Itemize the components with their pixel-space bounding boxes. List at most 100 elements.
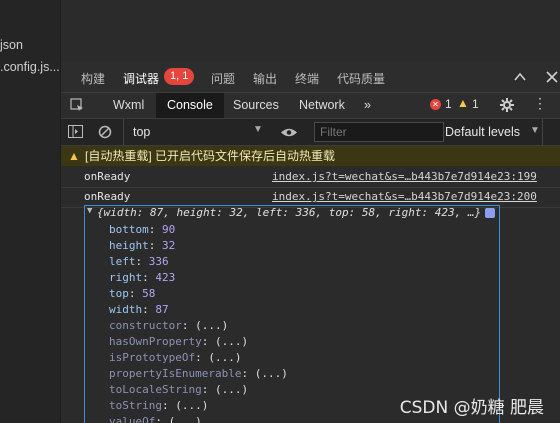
object-property-row[interactable]: propertyIsEnumerable: (...)	[109, 367, 288, 380]
object-property-row[interactable]: width: 87	[109, 303, 169, 316]
property-value: 87	[155, 303, 169, 316]
warning-text: [自动热重载] 已开启代码文件保存后自动热重载	[85, 149, 336, 163]
property-separator: :	[201, 335, 215, 348]
explorer-file-config[interactable]: .config.js...	[0, 60, 60, 74]
filter-input[interactable]	[314, 122, 444, 142]
log-message: onReady	[84, 190, 131, 203]
object-summary[interactable]: {width: 87, height: 32, left: 336, top: …	[97, 206, 481, 219]
eye-icon[interactable]	[280, 127, 298, 138]
gear-icon[interactable]	[499, 97, 515, 113]
log-source-link[interactable]: index.js?t=wechat&s=…b443b7e7d914e23:199	[272, 167, 537, 187]
tab-build[interactable]: 构建	[81, 70, 105, 87]
property-separator: :	[201, 383, 215, 396]
property-key: isPrototypeOf	[109, 351, 196, 364]
property-value: 423	[155, 271, 176, 284]
context-selector[interactable]: top	[133, 125, 150, 139]
warning-triangle-icon: ▲	[68, 149, 80, 163]
toolbar-divider-2	[542, 119, 543, 145]
property-value[interactable]: (...)	[175, 399, 208, 412]
tab-network[interactable]: Network	[288, 93, 356, 118]
clear-console-icon[interactable]	[98, 125, 112, 139]
levels-dropdown-icon[interactable]: ▼	[530, 125, 540, 136]
log-message: onReady	[84, 170, 131, 183]
tab-wxml[interactable]: Wxml	[102, 93, 155, 118]
property-separator: :	[241, 367, 255, 380]
object-property-row[interactable]: left: 336	[109, 255, 169, 268]
property-separator: :	[155, 415, 169, 423]
warning-count[interactable]: 1	[472, 97, 479, 111]
object-property-row[interactable]: bottom: 90	[109, 223, 175, 236]
property-key: right	[109, 271, 143, 284]
object-property-row[interactable]: height: 32	[109, 239, 175, 252]
property-separator: :	[135, 255, 149, 268]
object-property-row[interactable]: top: 58	[109, 287, 155, 300]
hot-reload-warning: ▲ [自动热重载] 已开启代码文件保存后自动热重载	[61, 146, 560, 166]
debugger-badge: 1, 1	[164, 68, 195, 85]
object-property-row[interactable]: toString: (...)	[109, 399, 208, 412]
info-icon[interactable]	[485, 208, 495, 218]
more-options-icon[interactable]: ⋮	[533, 95, 547, 112]
tab-output[interactable]: 输出	[253, 70, 277, 87]
chevron-up-icon[interactable]	[514, 71, 526, 83]
warning-icon: ▲	[457, 96, 469, 110]
object-property-row[interactable]: right: 423	[109, 271, 175, 284]
property-value[interactable]: (...)	[195, 319, 228, 332]
log-source-link[interactable]: index.js?t=wechat&s=…b443b7e7d914e23:200	[272, 187, 537, 207]
property-value: 336	[148, 255, 169, 268]
object-property-row[interactable]: constructor: (...)	[109, 319, 228, 332]
close-icon[interactable]	[546, 71, 558, 83]
property-key: toLocaleString	[109, 383, 202, 396]
property-key: constructor	[109, 319, 182, 332]
property-key: propertyIsEnumerable	[109, 367, 242, 380]
log-levels-dropdown[interactable]: Default levels	[445, 125, 520, 139]
watermark: CSDN @奶糖 肥晨	[399, 398, 544, 418]
panel-tab-bar: Wxml Console Sources Network » ✕ 1 ▲ 1 ⋮	[61, 93, 560, 119]
property-value[interactable]: (...)	[255, 367, 288, 380]
property-value[interactable]: (...)	[208, 351, 241, 364]
property-separator: :	[128, 287, 143, 300]
object-property-row[interactable]: toLocaleString: (...)	[109, 383, 248, 396]
tab-debugger[interactable]: 调试器	[123, 70, 160, 95]
toolbar-divider	[123, 119, 124, 145]
tab-console[interactable]: Console	[156, 93, 224, 118]
property-key: toString	[109, 399, 162, 412]
object-property-row[interactable]: valueOf: (...)	[109, 415, 202, 423]
property-key: width	[109, 303, 143, 316]
property-separator: :	[161, 399, 176, 412]
editor-empty-area	[61, 0, 560, 62]
more-tabs-chevron[interactable]: »	[353, 93, 382, 118]
tab-code-quality[interactable]: 代码质量	[337, 70, 385, 87]
expanded-object: ▼ {width: 87, height: 32, left: 336, top…	[84, 205, 500, 423]
property-key: height	[109, 239, 149, 252]
context-dropdown-icon[interactable]: ▼	[253, 124, 263, 135]
sidebar-toggle-icon[interactable]	[68, 125, 83, 138]
console-toolbar: top ▼ Default levels ▼	[61, 119, 560, 146]
property-separator: :	[142, 271, 156, 284]
property-value[interactable]: (...)	[215, 335, 248, 348]
property-value: 32	[162, 239, 176, 252]
property-value: 58	[142, 287, 156, 300]
property-separator: :	[142, 303, 156, 316]
property-separator: :	[195, 351, 209, 364]
property-separator: :	[148, 239, 162, 252]
property-key: bottom	[109, 223, 149, 236]
devtools-tab-bar: 构建 调试器 问题 输出 终端 代码质量	[61, 62, 560, 95]
error-count[interactable]: 1	[445, 97, 452, 111]
inspect-element-icon[interactable]	[70, 98, 84, 112]
property-value[interactable]: (...)	[215, 383, 248, 396]
property-separator: :	[181, 319, 196, 332]
property-key: top	[109, 287, 129, 300]
expand-triangle-icon[interactable]: ▼	[87, 206, 92, 216]
property-value: 90	[162, 223, 176, 236]
explorer-file-json[interactable]: json	[0, 38, 23, 52]
object-property-row[interactable]: hasOwnProperty: (...)	[109, 335, 248, 348]
property-key: valueOf	[109, 415, 156, 423]
property-key: left	[109, 255, 136, 268]
object-property-row[interactable]: isPrototypeOf: (...)	[109, 351, 241, 364]
tab-sources[interactable]: Sources	[222, 93, 290, 118]
explorer-panel: json .config.js...	[0, 0, 61, 423]
tab-terminal[interactable]: 终端	[295, 70, 319, 87]
log-row: onReady index.js?t=wechat&s=…b443b7e7d91…	[61, 167, 560, 188]
tab-issues[interactable]: 问题	[211, 70, 235, 87]
property-value[interactable]: (...)	[169, 415, 202, 423]
